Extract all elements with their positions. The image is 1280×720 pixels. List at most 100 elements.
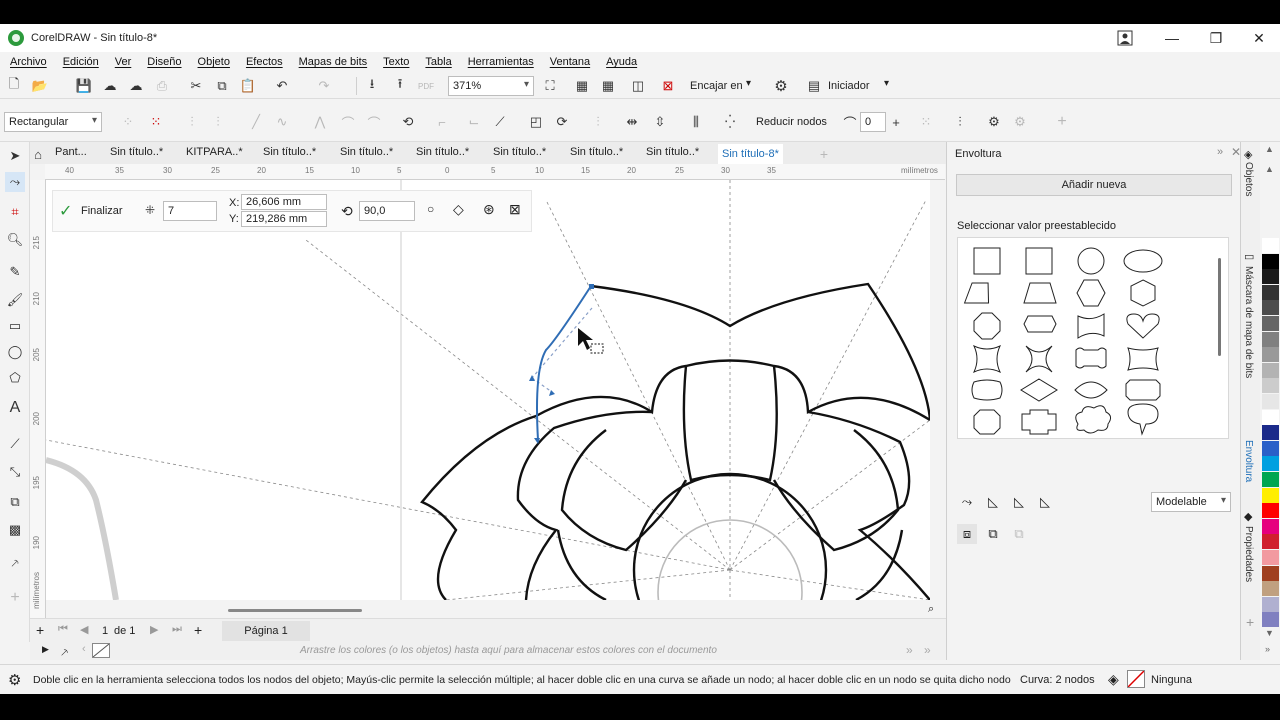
extend-curve-icon[interactable]: ⌐ <box>432 112 452 132</box>
add-page-before-icon[interactable]: + <box>36 622 44 638</box>
color-swatch[interactable] <box>1262 596 1279 612</box>
join-nodes-icon[interactable]: ⫶ <box>182 112 202 132</box>
color-swatch[interactable] <box>1262 534 1279 550</box>
new-document-icon[interactable]: 🗋 <box>4 76 24 96</box>
symmetrical-node-icon[interactable]: ⌒ <box>364 112 384 132</box>
menu-ventana[interactable]: Ventana <box>550 56 590 68</box>
preset-tag[interactable] <box>1023 315 1057 333</box>
paste-icon[interactable]: 📋 <box>238 76 258 96</box>
tab-bitmap-mask[interactable]: Máscara de mapa de bits <box>1243 266 1254 378</box>
preset-cloud[interactable] <box>1075 405 1112 434</box>
tab-sin-titulo-4[interactable]: Sin título..* <box>416 146 469 164</box>
cusp-node-icon[interactable]: ⋀ <box>310 112 330 132</box>
reverse-direction-icon[interactable]: ⟲ <box>398 112 418 132</box>
preset-lens[interactable] <box>1074 381 1108 399</box>
node-grid-icon[interactable]: ⁙ <box>916 112 936 132</box>
to-line-icon[interactable]: ╱ <box>246 112 266 132</box>
palette-left-icon[interactable]: ‹ <box>82 643 86 655</box>
polygon-tool-icon[interactable]: ⬠ <box>5 368 25 388</box>
color-swatch[interactable] <box>1262 503 1279 519</box>
add-page-after-icon[interactable]: + <box>194 622 202 638</box>
shape-tool-icon[interactable]: ⤳ <box>5 172 25 192</box>
color-swatch[interactable] <box>1262 425 1279 441</box>
preset-scrollbar[interactable] <box>1218 258 1221 356</box>
preset-rounded-notch[interactable] <box>1075 347 1107 369</box>
zoom-tool-icon[interactable]: 🔍︎ <box>5 230 25 250</box>
color-swatch[interactable] <box>1262 550 1279 565</box>
add-docker-icon[interactable]: + <box>1246 614 1254 630</box>
color-swatch[interactable] <box>1262 472 1279 487</box>
add-node-icon[interactable]: ⁘ <box>118 112 138 132</box>
transparency-tool-icon[interactable]: ▩ <box>5 520 25 540</box>
palette-down-icon[interactable]: ▼ <box>1265 628 1274 638</box>
preset-hexagon[interactable] <box>1076 279 1106 307</box>
vertical-ruler[interactable]: 215 210 205 200 195 190 milímetros <box>30 180 46 620</box>
color-swatch[interactable] <box>1262 269 1279 285</box>
mirror-vertical-icon[interactable]: ⇳ <box>650 112 670 132</box>
x-coordinate-input[interactable]: 26,606 mm <box>241 194 327 210</box>
color-swatch[interactable] <box>1262 394 1279 409</box>
increase-smoothness-icon[interactable]: + <box>886 112 906 132</box>
full-screen-icon[interactable]: ⛶ <box>540 76 560 96</box>
preset-rounded-octagon[interactable] <box>973 409 1001 435</box>
preset-plus-rect[interactable] <box>1021 409 1057 435</box>
color-swatch[interactable] <box>1262 300 1279 316</box>
menu-edicion[interactable]: Edición <box>63 56 99 68</box>
text-tool-icon[interactable]: A <box>5 398 25 418</box>
color-swatch[interactable] <box>1262 362 1279 378</box>
menu-texto[interactable]: Texto <box>383 56 409 68</box>
freehand-tool-icon[interactable]: ✎ <box>5 262 25 282</box>
crop-tool-icon[interactable]: ⌗ <box>5 202 25 222</box>
blend-tool-icon[interactable]: ⧉ <box>5 492 25 512</box>
open-folder-icon[interactable]: 📂 <box>30 76 50 96</box>
options-gear-icon[interactable]: ⚙ <box>771 76 791 96</box>
connector-tool-icon[interactable]: ⤡ <box>5 462 25 482</box>
menu-archivo[interactable]: Archivo <box>10 56 47 68</box>
smooth-node-icon[interactable]: ⌒ <box>338 112 358 132</box>
export-pdf-icon[interactable]: PDF <box>416 76 436 96</box>
horizontal-scrollbar[interactable] <box>228 609 362 612</box>
objects-tab-icon[interactable]: ◈ <box>1244 148 1252 161</box>
curve-smoothness-icon[interactable]: ⌒ <box>840 112 860 132</box>
account-icon[interactable] <box>1103 24 1147 52</box>
color-swatch[interactable] <box>1262 581 1279 597</box>
first-page-icon[interactable]: ⏮ <box>58 623 68 636</box>
color-swatch[interactable] <box>1262 565 1279 581</box>
clear-envelope-icon[interactable]: ⧉ <box>1009 524 1029 544</box>
menu-herramientas[interactable]: Herramientas <box>468 56 534 68</box>
menu-objeto[interactable]: Objeto <box>198 56 230 68</box>
redo-icon[interactable]: ↷ <box>314 76 334 96</box>
preset-parallelogram[interactable] <box>963 282 993 304</box>
diamond-node-icon[interactable]: ◇ <box>453 201 464 218</box>
undo-icon[interactable]: ↶ <box>272 76 292 96</box>
flower-drawing[interactable] <box>46 180 930 600</box>
preset-diamond[interactable] <box>1020 378 1058 402</box>
preset-square[interactable] <box>973 247 1001 275</box>
envelope-mapping-mode-select[interactable]: Modelable <box>1151 492 1231 512</box>
ellipse-tool-icon[interactable]: ◯ <box>5 342 25 362</box>
selection-mode-select[interactable]: Rectangular <box>4 112 102 132</box>
preset-ellipse[interactable] <box>1123 249 1163 273</box>
envelope-arc-mode-icon[interactable]: ◺ <box>1009 492 1029 512</box>
preset-banner[interactable] <box>1077 313 1105 339</box>
stretch-nodes-icon[interactable]: ◰ <box>526 112 546 132</box>
menu-efectos[interactable]: Efectos <box>246 56 283 68</box>
tab-kitpara[interactable]: KITPARA..* <box>186 146 243 164</box>
next-page-icon[interactable]: ▶ <box>150 623 158 636</box>
color-swatch[interactable] <box>1262 331 1279 347</box>
preset-heart[interactable] <box>1126 313 1160 339</box>
add-toolbar-item-icon[interactable]: + <box>1052 112 1072 132</box>
menu-ver[interactable]: Ver <box>115 56 132 68</box>
color-swatch[interactable] <box>1262 253 1279 269</box>
palette-scroll-icon[interactable]: ▲ <box>1265 164 1274 174</box>
color-swatch[interactable] <box>1262 518 1279 534</box>
curve-smoothness-input[interactable]: 0 <box>860 112 886 132</box>
preset-trapezoid[interactable] <box>1023 282 1057 304</box>
artistic-media-icon[interactable]: 🖌︎ <box>5 290 25 310</box>
reduce-nodes-button[interactable]: Reducir nodos <box>756 116 827 128</box>
close-curve-icon[interactable]: ⟋ <box>490 112 510 132</box>
tab-sin-titulo-7[interactable]: Sin título..* <box>646 146 699 164</box>
menu-tabla[interactable]: Tabla <box>425 56 451 68</box>
rectangle-tool-icon[interactable]: ▭ <box>5 316 25 336</box>
outline-none-swatch[interactable] <box>1127 670 1145 688</box>
